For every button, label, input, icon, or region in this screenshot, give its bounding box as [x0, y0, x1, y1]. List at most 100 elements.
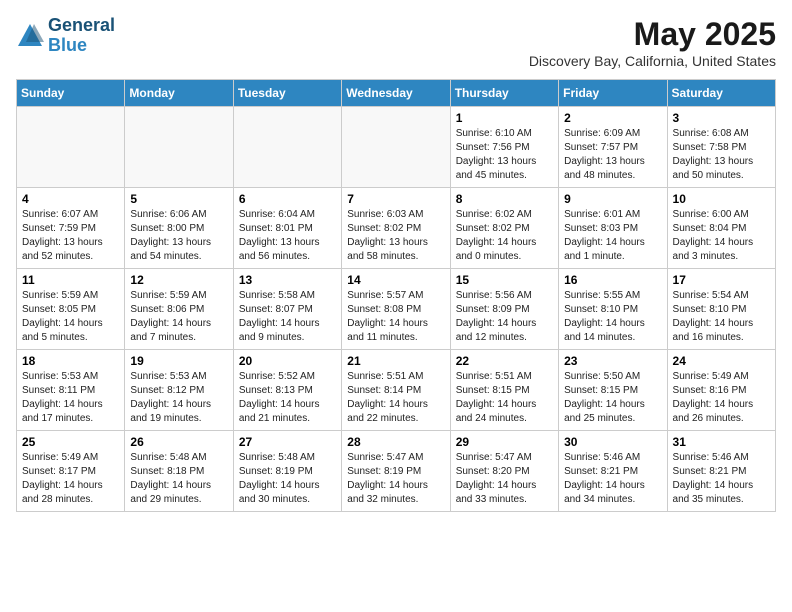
day-info: Sunrise: 5:54 AM Sunset: 8:10 PM Dayligh…: [673, 289, 770, 345]
day-number: 25: [22, 435, 119, 449]
weekday-header-sunday: Sunday: [17, 80, 125, 107]
calendar-cell: 28Sunrise: 5:47 AM Sunset: 8:19 PM Dayli…: [342, 431, 450, 512]
day-info: Sunrise: 5:59 AM Sunset: 8:06 PM Dayligh…: [130, 289, 227, 345]
day-number: 17: [673, 273, 770, 287]
day-number: 5: [130, 192, 227, 206]
day-number: 22: [456, 354, 553, 368]
day-number: 29: [456, 435, 553, 449]
calendar-cell: 29 Sunrise: 5:47 AM Sunset: 8:20 PM Dayli…: [450, 431, 558, 512]
main-title: May 2025: [529, 16, 776, 53]
day-number: 20: [239, 354, 336, 368]
weekday-header-friday: Friday: [559, 80, 667, 107]
day-info: Sunrise: 5:46 AM Sunset: 8:21 PM Dayligh…: [673, 451, 770, 507]
day-info: Sunrise: 5:46 AM Sunset: 8:21 PM Dayligh…: [564, 451, 661, 507]
day-number: 1: [456, 111, 553, 125]
calendar-cell: 1 Sunrise: 6:10 AM Sunset: 7:56 PM Daylig…: [450, 107, 558, 188]
day-info: Sunrise: 6:06 AM Sunset: 8:00 PM Dayligh…: [130, 208, 227, 264]
day-info: Sunrise: 5:59 AM Sunset: 8:05 PM Dayligh…: [22, 289, 119, 345]
day-info: Sunrise: 6:04 AM Sunset: 8:01 PM Dayligh…: [239, 208, 336, 264]
title-section: May 2025 Discovery Bay, California, Unit…: [529, 16, 776, 69]
calendar-cell: 4 Sunrise: 6:07 AM Sunset: 7:59 PM Daylig…: [17, 188, 125, 269]
calendar-cell: 19Sunrise: 5:53 AM Sunset: 8:12 PM Dayli…: [125, 350, 233, 431]
day-number: 21: [347, 354, 444, 368]
weekday-header-tuesday: Tuesday: [233, 80, 341, 107]
calendar-cell: 15 Sunrise: 5:56 AM Sunset: 8:09 PM Dayli…: [450, 269, 558, 350]
calendar-week-5: 25 Sunrise: 5:49 AM Sunset: 8:17 PM Dayli…: [17, 431, 776, 512]
calendar-week-4: 18Sunrise: 5:53 AM Sunset: 8:11 PM Dayli…: [17, 350, 776, 431]
day-number: 7: [347, 192, 444, 206]
calendar-cell: 5 Sunrise: 6:06 AM Sunset: 8:00 PM Daylig…: [125, 188, 233, 269]
calendar-cell: 10Sunrise: 6:00 AM Sunset: 8:04 PM Dayli…: [667, 188, 775, 269]
day-info: Sunrise: 5:48 AM Sunset: 8:19 PM Dayligh…: [239, 451, 336, 507]
calendar-cell: 12Sunrise: 5:59 AM Sunset: 8:06 PM Dayli…: [125, 269, 233, 350]
day-info: Sunrise: 5:56 AM Sunset: 8:09 PM Dayligh…: [456, 289, 553, 345]
day-number: 10: [673, 192, 770, 206]
calendar-cell: [17, 107, 125, 188]
day-number: 15: [456, 273, 553, 287]
day-info: Sunrise: 6:08 AM Sunset: 7:58 PM Dayligh…: [673, 127, 770, 183]
day-info: Sunrise: 5:53 AM Sunset: 8:11 PM Dayligh…: [22, 370, 119, 426]
day-info: Sunrise: 5:47 AM Sunset: 8:19 PM Dayligh…: [347, 451, 444, 507]
day-number: 27: [239, 435, 336, 449]
calendar-cell: 11 Sunrise: 5:59 AM Sunset: 8:05 PM Dayli…: [17, 269, 125, 350]
weekday-header-monday: Monday: [125, 80, 233, 107]
calendar-cell: [233, 107, 341, 188]
day-number: 14: [347, 273, 444, 287]
day-info: Sunrise: 5:49 AM Sunset: 8:16 PM Dayligh…: [673, 370, 770, 426]
calendar-cell: 24Sunrise: 5:49 AM Sunset: 8:16 PM Dayli…: [667, 350, 775, 431]
calendar-week-3: 11 Sunrise: 5:59 AM Sunset: 8:05 PM Dayli…: [17, 269, 776, 350]
day-info: Sunrise: 5:50 AM Sunset: 8:15 PM Dayligh…: [564, 370, 661, 426]
calendar-cell: 30 Sunrise: 5:46 AM Sunset: 8:21 PM Dayli…: [559, 431, 667, 512]
weekday-header-thursday: Thursday: [450, 80, 558, 107]
calendar-cell: 16Sunrise: 5:55 AM Sunset: 8:10 PM Dayli…: [559, 269, 667, 350]
logo-icon: [16, 22, 44, 50]
day-number: 4: [22, 192, 119, 206]
calendar-cell: 14 Sunrise: 5:57 AM Sunset: 8:08 PM Dayli…: [342, 269, 450, 350]
calendar-cell: 8 Sunrise: 6:02 AM Sunset: 8:02 PM Daylig…: [450, 188, 558, 269]
calendar-cell: 27 Sunrise: 5:48 AM Sunset: 8:19 PM Dayli…: [233, 431, 341, 512]
calendar-cell: 23Sunrise: 5:50 AM Sunset: 8:15 PM Dayli…: [559, 350, 667, 431]
calendar-cell: 18Sunrise: 5:53 AM Sunset: 8:11 PM Dayli…: [17, 350, 125, 431]
day-info: Sunrise: 5:51 AM Sunset: 8:14 PM Dayligh…: [347, 370, 444, 426]
day-info: Sunrise: 6:03 AM Sunset: 8:02 PM Dayligh…: [347, 208, 444, 264]
day-info: Sunrise: 6:10 AM Sunset: 7:56 PM Dayligh…: [456, 127, 553, 183]
calendar-cell: [342, 107, 450, 188]
calendar-cell: 26Sunrise: 5:48 AM Sunset: 8:18 PM Dayli…: [125, 431, 233, 512]
calendar-cell: 17 Sunrise: 5:54 AM Sunset: 8:10 PM Dayli…: [667, 269, 775, 350]
calendar-cell: 13 Sunrise: 5:58 AM Sunset: 8:07 PM Dayli…: [233, 269, 341, 350]
day-number: 6: [239, 192, 336, 206]
calendar-cell: 9 Sunrise: 6:01 AM Sunset: 8:03 PM Daylig…: [559, 188, 667, 269]
day-info: Sunrise: 6:09 AM Sunset: 7:57 PM Dayligh…: [564, 127, 661, 183]
calendar-cell: 6 Sunrise: 6:04 AM Sunset: 8:01 PM Daylig…: [233, 188, 341, 269]
calendar-cell: 31Sunrise: 5:46 AM Sunset: 8:21 PM Dayli…: [667, 431, 775, 512]
day-info: Sunrise: 5:49 AM Sunset: 8:17 PM Dayligh…: [22, 451, 119, 507]
weekday-header-wednesday: Wednesday: [342, 80, 450, 107]
calendar: SundayMondayTuesdayWednesdayThursdayFrid…: [16, 79, 776, 512]
calendar-cell: 25 Sunrise: 5:49 AM Sunset: 8:17 PM Dayli…: [17, 431, 125, 512]
day-info: Sunrise: 5:58 AM Sunset: 8:07 PM Dayligh…: [239, 289, 336, 345]
day-info: Sunrise: 5:51 AM Sunset: 8:15 PM Dayligh…: [456, 370, 553, 426]
day-info: Sunrise: 5:47 AM Sunset: 8:20 PM Dayligh…: [456, 451, 553, 507]
subtitle: Discovery Bay, California, United States: [529, 53, 776, 69]
day-number: 11: [22, 273, 119, 287]
logo: General Blue: [16, 16, 115, 56]
day-info: Sunrise: 6:01 AM Sunset: 8:03 PM Dayligh…: [564, 208, 661, 264]
day-info: Sunrise: 6:02 AM Sunset: 8:02 PM Dayligh…: [456, 208, 553, 264]
weekday-header-row: SundayMondayTuesdayWednesdayThursdayFrid…: [17, 80, 776, 107]
day-number: 8: [456, 192, 553, 206]
day-info: Sunrise: 5:53 AM Sunset: 8:12 PM Dayligh…: [130, 370, 227, 426]
logo-line2: Blue: [48, 36, 115, 56]
day-number: 3: [673, 111, 770, 125]
calendar-cell: 20 Sunrise: 5:52 AM Sunset: 8:13 PM Dayli…: [233, 350, 341, 431]
day-info: Sunrise: 5:57 AM Sunset: 8:08 PM Dayligh…: [347, 289, 444, 345]
day-number: 9: [564, 192, 661, 206]
weekday-header-saturday: Saturday: [667, 80, 775, 107]
day-number: 13: [239, 273, 336, 287]
day-info: Sunrise: 5:52 AM Sunset: 8:13 PM Dayligh…: [239, 370, 336, 426]
calendar-cell: 7 Sunrise: 6:03 AM Sunset: 8:02 PM Daylig…: [342, 188, 450, 269]
day-number: 30: [564, 435, 661, 449]
day-number: 2: [564, 111, 661, 125]
day-info: Sunrise: 5:55 AM Sunset: 8:10 PM Dayligh…: [564, 289, 661, 345]
calendar-cell: 2 Sunrise: 6:09 AM Sunset: 7:57 PM Daylig…: [559, 107, 667, 188]
day-info: Sunrise: 6:07 AM Sunset: 7:59 PM Dayligh…: [22, 208, 119, 264]
